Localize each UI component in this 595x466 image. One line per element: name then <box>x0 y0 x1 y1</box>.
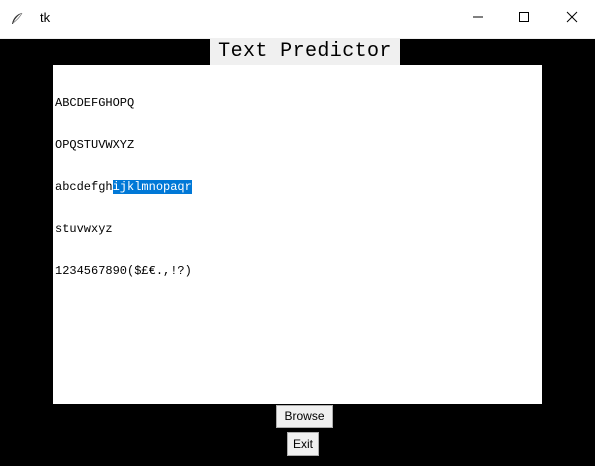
close-icon <box>566 10 578 28</box>
app-window: tk Text Predictor ABCDEFGHOPQ OPQSTUVWXY… <box>0 0 595 466</box>
browse-button[interactable]: Browse <box>276 405 333 428</box>
text-editor[interactable]: ABCDEFGHOPQ OPQSTUVWXYZ abcdefghijklmnop… <box>53 65 542 404</box>
editor-line: abcdefghijklmnopaqr <box>55 180 542 194</box>
editor-line: ABCDEFGHOPQ <box>55 96 135 110</box>
minimize-icon <box>472 10 484 28</box>
title-bar[interactable]: tk <box>0 0 595 39</box>
exit-button[interactable]: Exit <box>287 432 319 456</box>
maximize-icon <box>518 10 530 28</box>
window-title: tk <box>40 10 51 25</box>
minimize-button[interactable] <box>455 0 501 38</box>
editor-line: 1234567890($£€.,!?) <box>55 264 192 278</box>
editor-line: OPQSTUVWXYZ <box>55 138 135 152</box>
close-button[interactable] <box>549 0 595 38</box>
maximize-button[interactable] <box>501 0 547 38</box>
feather-icon <box>10 12 24 26</box>
selected-text: ijklmnopaqr <box>112 180 192 194</box>
editor-line-text: abcdefgh <box>55 180 113 194</box>
app-heading: Text Predictor <box>210 38 400 65</box>
editor-line: stuvwxyz <box>55 222 113 236</box>
